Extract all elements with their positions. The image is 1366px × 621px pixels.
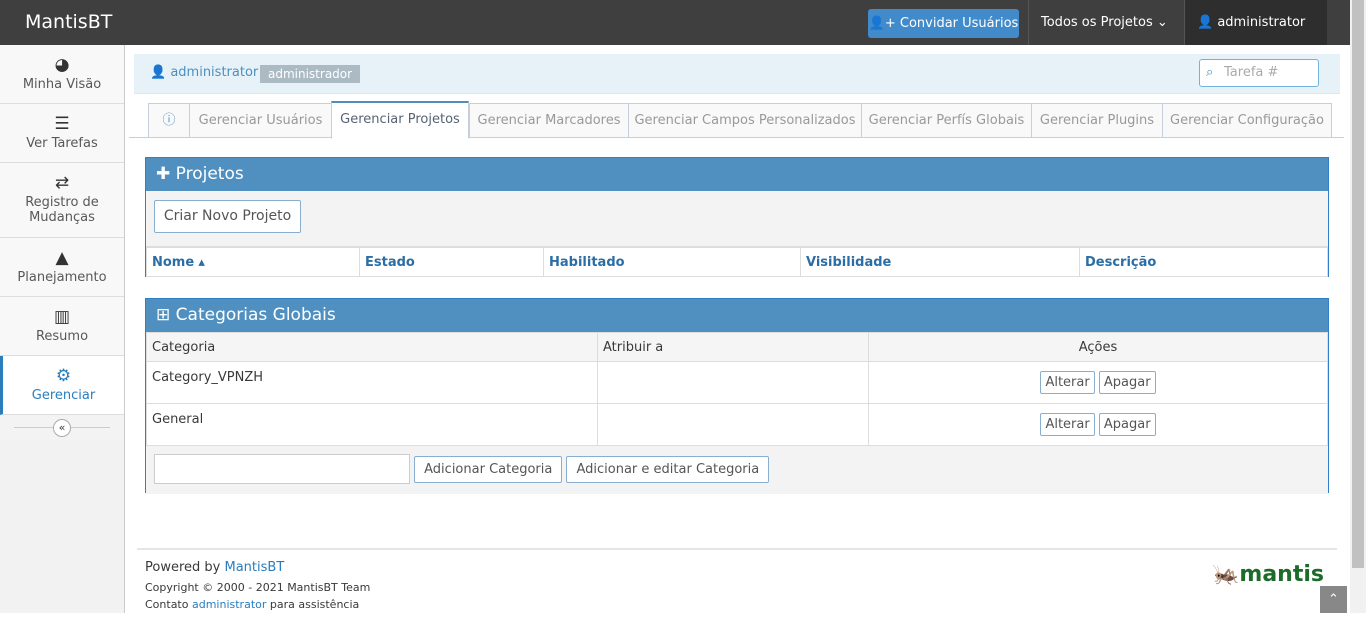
mantis-logo[interactable]: 🦗mantis (1212, 562, 1324, 587)
mantisbt-link[interactable]: MantisBT (225, 560, 285, 575)
manage-tabs: ⓘ Gerenciar Usuários Gerenciar Projetos … (129, 101, 1344, 139)
issue-search-input[interactable]: ⌕ Tarefa # (1199, 59, 1319, 87)
scroll-to-top-button[interactable]: ⌃ (1320, 586, 1347, 613)
list-icon: ☰ (54, 114, 70, 134)
puzzle-icon: ✚ (156, 164, 171, 184)
column-category: Categoria (146, 332, 598, 362)
sidebar-item-roadmap[interactable]: ▲ Planejamento (0, 238, 124, 297)
column-status[interactable]: Estado (359, 247, 544, 277)
column-enabled[interactable]: Habilitado (543, 247, 801, 277)
edit-button[interactable]: Alterar (1040, 371, 1095, 394)
user-icon: 👤 (150, 65, 167, 80)
sidebar-item-view-issues[interactable]: ☰ Ver Tarefas (0, 104, 124, 163)
sort-asc-icon: ▴ (198, 254, 205, 270)
user-icon: 👤 (1197, 15, 1214, 30)
tab-plugins[interactable]: Gerenciar Plugins (1031, 103, 1163, 138)
table-row: General Alterar Apagar (146, 403, 1328, 446)
contact-admin-link[interactable]: administrator (192, 598, 266, 611)
delete-button[interactable]: Apagar (1098, 371, 1156, 394)
sidebar-collapse[interactable]: « (0, 415, 124, 441)
edit-button[interactable]: Alterar (1040, 413, 1095, 436)
sidebar-item-manage[interactable]: ⚙ Gerenciar (0, 356, 124, 415)
projects-table: Nome ▴ Estado Habilitado Visibilidade De… (146, 247, 1328, 277)
project-selector[interactable]: Todos os Projetos ⌄ (1028, 0, 1184, 45)
add-category-button[interactable]: Adicionar Categoria (414, 455, 563, 483)
user-plus-icon: 👤+ (868, 16, 900, 31)
search-icon: ⌕ (1206, 65, 1214, 80)
panel-header: ⊞ Categorias Globais (146, 299, 1328, 332)
tab-tags[interactable]: Gerenciar Marcadores (469, 103, 629, 138)
panel-header: ✚ Projetos (146, 158, 1328, 191)
sidebar-item-changelog[interactable]: ⇄ Registro de Mudanças (0, 163, 124, 238)
footer: Powered by MantisBT Copyright © 2000 - 2… (137, 548, 1337, 621)
info-icon: ⓘ (162, 113, 176, 128)
delete-button[interactable]: Apagar (1098, 413, 1156, 436)
column-description[interactable]: Descrição (1079, 247, 1328, 277)
column-assign: Atribuir a (597, 332, 869, 362)
sidebar-item-summary[interactable]: ▥ Resumo (0, 297, 124, 356)
retweet-icon: ⇄ (54, 173, 70, 193)
road-icon: ▲ (55, 248, 69, 268)
global-categories-panel: ⊞ Categorias Globais Categoria Atribuir a… (145, 298, 1329, 494)
table-row: Category_VPNZH Alterar Apagar (146, 361, 1328, 404)
tab-configuration[interactable]: Gerenciar Configuração (1162, 103, 1332, 138)
user-menu[interactable]: 👤 administrator ⌄ (1184, 0, 1327, 75)
gears-icon: ⚙ (55, 366, 72, 386)
categories-table: Categoria Atribuir a Ações Category_VPNZH A… (146, 332, 1328, 446)
top-navbar: MantisBT 👤+ Convidar Usuários Todos os P… (0, 0, 1350, 75)
brand[interactable]: MantisBT (25, 11, 112, 33)
chevron-down-icon: ⌄ (1156, 15, 1168, 30)
breadcrumb-user[interactable]: 👤 administrator (150, 65, 258, 80)
bar-chart-icon: ▥ (53, 307, 71, 327)
category-name-input[interactable] (154, 454, 410, 484)
role-badge: administrador (260, 65, 361, 83)
column-actions: Ações (868, 332, 1328, 362)
scrollbar[interactable] (1350, 0, 1366, 613)
tab-info[interactable]: ⓘ (148, 103, 190, 138)
tab-global-profiles[interactable]: Gerenciar Perfís Globais (861, 103, 1032, 138)
tab-projects[interactable]: Gerenciar Projetos (331, 101, 469, 139)
sidebar-item-my-view[interactable]: ◕ Minha Visão (0, 45, 124, 104)
add-edit-category-button[interactable]: Adicionar e editar Categoria (566, 455, 770, 483)
double-up-icon: ⌃ (1328, 592, 1339, 607)
dashboard-icon: ◕ (54, 55, 70, 75)
tab-users[interactable]: Gerenciar Usuários (189, 103, 332, 138)
breadcrumb: 👤 administrator administrador (134, 54, 1340, 94)
invite-users-button[interactable]: 👤+ Convidar Usuários (868, 9, 1019, 38)
create-project-button[interactable]: Criar Novo Projeto (154, 200, 301, 233)
column-name[interactable]: Nome ▴ (146, 247, 360, 277)
tab-custom-fields[interactable]: Gerenciar Campos Personalizados (628, 103, 862, 138)
projects-panel: ✚ Projetos Criar Novo Projeto Nome ▴ Est… (145, 157, 1329, 277)
column-visibility[interactable]: Visibilidade (800, 247, 1080, 277)
sidebar: ◕ Minha Visão ☰ Ver Tarefas ⇄ Registro de M… (0, 45, 125, 613)
double-left-icon: « (53, 419, 71, 437)
sitemap-icon: ⊞ (156, 305, 171, 325)
